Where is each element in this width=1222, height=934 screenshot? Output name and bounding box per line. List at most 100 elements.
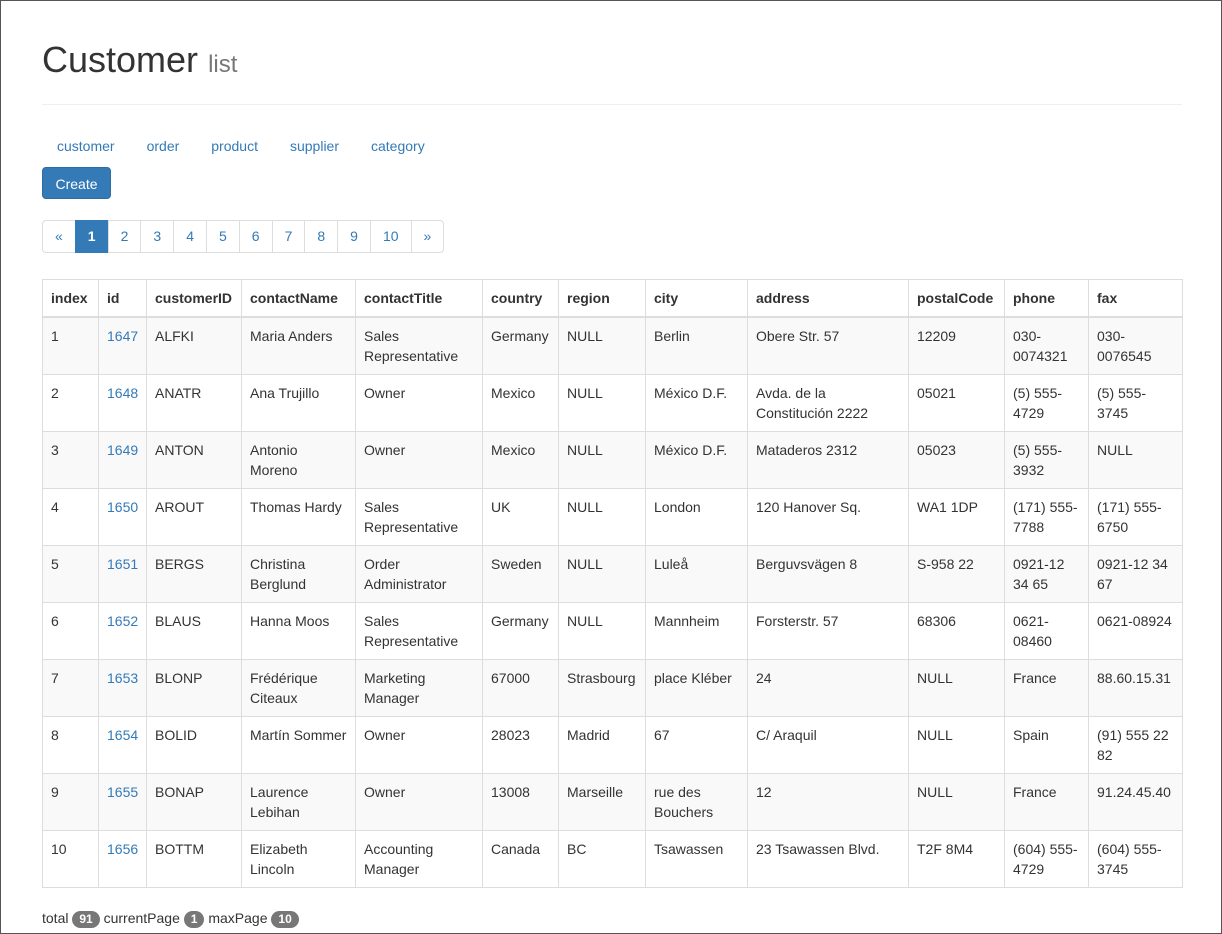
customer-table: index id customerID contactName contactTitle…	[42, 279, 1183, 888]
cell-address: Avda. de la Constitución 2222	[747, 374, 909, 432]
customer-id-link[interactable]: 1653	[107, 670, 138, 686]
page-link-2[interactable]: 2	[107, 220, 142, 253]
page-link-6[interactable]: 6	[238, 220, 273, 253]
customer-id-link[interactable]: 1649	[107, 442, 138, 458]
nav-link-product[interactable]: product	[196, 135, 273, 157]
cell-city: 67	[645, 716, 748, 774]
cell-contactTitle: Owner	[355, 773, 483, 831]
cell-index: 2	[42, 374, 99, 432]
cell-index: 1	[42, 316, 99, 375]
cell-id: 1655	[98, 773, 147, 831]
cell-fax: 030-0076545	[1088, 316, 1183, 375]
page-next-link[interactable]: »	[410, 220, 445, 253]
nav-link-category[interactable]: category	[356, 135, 440, 157]
customer-id-link[interactable]: 1648	[107, 385, 138, 401]
column-header-customerID: customerID	[146, 279, 242, 318]
column-header-contactName: contactName	[241, 279, 356, 318]
cell-phone: 0921-12 34 65	[1004, 545, 1089, 603]
cell-city: Luleå	[645, 545, 748, 603]
page-link-9[interactable]: 9	[337, 220, 371, 253]
cell-index: 5	[42, 545, 99, 603]
cell-customerID: ANTON	[146, 431, 242, 489]
table-body: 1 1647 ALFKI Maria Anders Sales Representati…	[42, 316, 1183, 888]
table-row: 2 1648 ANATR Ana Trujillo Owner Mexico NULL Méx…	[42, 374, 1183, 432]
cell-fax: 0621-08924	[1088, 602, 1183, 660]
cell-customerID: BERGS	[146, 545, 242, 603]
cell-city: Mannheim	[645, 602, 748, 660]
customer-id-link[interactable]: 1652	[107, 613, 138, 629]
cell-id: 1654	[98, 716, 147, 774]
pagination: «1 2 3 4 5 6 7 8 9 10»	[42, 220, 1182, 253]
cell-contactName: Antonio Moreno	[241, 431, 356, 489]
column-header-contactTitle: contactTitle	[355, 279, 483, 318]
cell-fax: (171) 555-6750	[1088, 488, 1183, 546]
cell-contactTitle: Owner	[355, 374, 483, 432]
cell-postalCode: WA1 1DP	[908, 488, 1005, 546]
cell-country: 67000	[482, 659, 559, 717]
cell-postalCode: NULL	[908, 773, 1005, 831]
nav-link-order[interactable]: order	[132, 135, 195, 157]
cell-index: 4	[42, 488, 99, 546]
page-link-7[interactable]: 7	[271, 220, 306, 253]
page-link-3[interactable]: 3	[140, 220, 175, 253]
cell-index: 10	[42, 830, 99, 888]
cell-address: Mataderos 2312	[747, 431, 909, 489]
cell-index: 6	[42, 602, 99, 660]
cell-customerID: ALFKI	[146, 316, 242, 375]
cell-city: rue des Bouchers	[645, 773, 748, 831]
nav-link-customer[interactable]: customer	[42, 135, 130, 157]
nav-link-supplier[interactable]: supplier	[275, 135, 354, 157]
cell-contactName: Martín Sommer	[241, 716, 356, 774]
cell-phone: (604) 555-4729	[1004, 830, 1089, 888]
cell-postalCode: 05023	[908, 431, 1005, 489]
cell-region: NULL	[558, 602, 646, 660]
customer-id-link[interactable]: 1647	[107, 328, 138, 344]
main-container: Customer list customer order product sup…	[42, 1, 1183, 928]
cell-address: 24	[747, 659, 909, 717]
cell-address: Berguvsvägen 8	[747, 545, 909, 603]
table-row: 4 1650 AROUT Thomas Hardy Sales Representati…	[42, 488, 1183, 546]
cell-country: 13008	[482, 773, 559, 831]
page-link-4[interactable]: 4	[173, 220, 207, 253]
customer-id-link[interactable]: 1654	[107, 727, 138, 743]
table-header-row: index id customerID contactName contactTitle…	[42, 279, 1183, 318]
page-link-5[interactable]: 5	[205, 220, 240, 253]
cell-country: Mexico	[482, 374, 559, 432]
column-header-phone: phone	[1004, 279, 1089, 318]
page-title: Customer list	[42, 40, 1182, 85]
cell-region: NULL	[558, 431, 646, 489]
page-subtitle: list	[208, 51, 238, 78]
page-frame: Customer list customer order product sup…	[0, 0, 1222, 934]
create-button[interactable]: Create	[42, 167, 111, 199]
cell-postalCode: 05021	[908, 374, 1005, 432]
cell-region: Madrid	[558, 716, 646, 774]
page-header: Customer list	[42, 40, 1182, 105]
cell-phone: 0621-08460	[1004, 602, 1089, 660]
current-page-badge: 1	[183, 911, 205, 928]
cell-country: Sweden	[482, 545, 559, 603]
page-link-8[interactable]: 8	[304, 220, 339, 253]
column-header-address: address	[747, 279, 909, 318]
cell-phone: France	[1004, 773, 1089, 831]
table-row: 10 1656 BOTTM Elizabeth Lincoln Accounting M…	[42, 830, 1183, 888]
cell-city: London	[645, 488, 748, 546]
cell-country: 28023	[482, 716, 559, 774]
customer-id-link[interactable]: 1651	[107, 556, 138, 572]
table-row: 3 1649 ANTON Antonio Moreno Owner Mexico NULL M…	[42, 431, 1183, 489]
page-link-1[interactable]: 1	[74, 220, 109, 253]
cell-region: Strasbourg	[558, 659, 646, 717]
cell-contactTitle: Sales Representative	[355, 602, 483, 660]
cell-id: 1649	[98, 431, 147, 489]
customer-id-link[interactable]: 1655	[107, 784, 138, 800]
cell-contactTitle: Accounting Manager	[355, 830, 483, 888]
column-header-country: country	[482, 279, 559, 318]
customer-id-link[interactable]: 1650	[107, 499, 138, 515]
cell-fax: (5) 555-3745	[1088, 374, 1183, 432]
page-prev-link[interactable]: «	[42, 220, 76, 253]
cell-customerID: AROUT	[146, 488, 242, 546]
page-title-main: Customer	[42, 39, 199, 80]
cell-customerID: BONAP	[146, 773, 242, 831]
customer-id-link[interactable]: 1656	[107, 841, 138, 857]
page-link-10[interactable]: 10	[369, 220, 412, 253]
cell-fax: (91) 555 22 82	[1088, 716, 1183, 774]
